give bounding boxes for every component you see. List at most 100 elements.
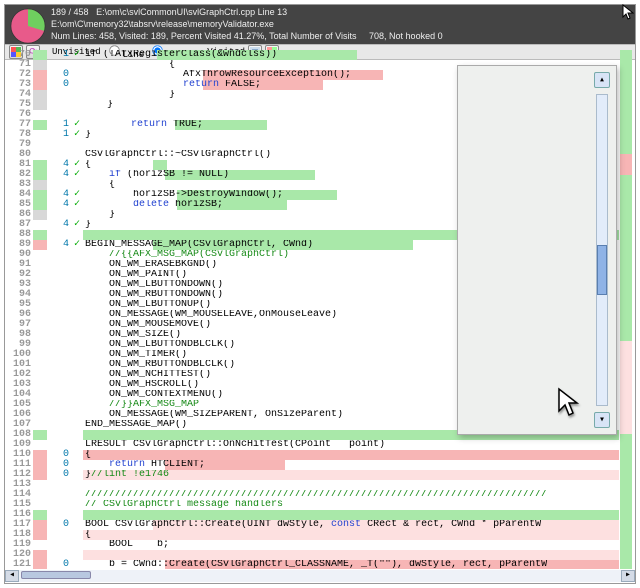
coverage-pie-icon xyxy=(9,7,47,45)
code-cell: LRESULT CSvlGraphCtrl::OnNcHitTest(CPoin… xyxy=(83,440,619,450)
code-cell: }//lint !e1746 xyxy=(83,470,619,480)
coverage-gutter xyxy=(33,70,47,80)
tick-icon xyxy=(71,300,83,310)
tick-icon xyxy=(71,450,83,460)
code-line[interactable]: 114/////////////////////////////////////… xyxy=(5,490,619,500)
hit-count xyxy=(47,320,71,330)
code-line[interactable]: 1210 b = CWnd::Create(CSvlGraphCtrl_CLAS… xyxy=(5,560,619,569)
coverage-gutter xyxy=(33,440,47,450)
hit-count xyxy=(47,500,71,510)
code-cell xyxy=(83,510,619,520)
tick-icon xyxy=(71,400,83,410)
code-line[interactable]: 115// CSvlGraphCtrl message handlers xyxy=(5,500,619,510)
coverage-gutter xyxy=(33,330,47,340)
hit-count xyxy=(47,280,71,290)
code-line[interactable]: 1120}//lint !e1746 xyxy=(5,470,619,480)
tick-icon xyxy=(71,510,83,520)
code-line[interactable]: 120 xyxy=(5,550,619,560)
coverage-gutter xyxy=(33,240,47,250)
hs-thumb[interactable] xyxy=(21,571,91,579)
tick-icon xyxy=(71,500,83,510)
hs-left[interactable]: ◂ xyxy=(5,570,19,582)
code-cell: { xyxy=(83,450,619,460)
tick-icon xyxy=(71,480,83,490)
tick-icon xyxy=(71,550,83,560)
hit-count: 0 xyxy=(47,470,71,480)
minimap-track[interactable] xyxy=(596,94,608,406)
code-cell: return HTCLIENT; xyxy=(83,460,619,470)
coverage-gutter xyxy=(33,470,47,480)
hit-count xyxy=(47,270,71,280)
hit-count xyxy=(47,370,71,380)
code-line[interactable]: 1100{ xyxy=(5,450,619,460)
tick-icon xyxy=(71,70,83,80)
hit-count xyxy=(47,260,71,270)
coverage-gutter xyxy=(33,100,47,110)
coverage-gutter xyxy=(33,510,47,520)
file-path: E:\om\c\svlCommonUI\svlGraphCtrl.cpp Lin… xyxy=(96,7,287,17)
tick-icon: ✓ xyxy=(71,170,83,180)
coverage-gutter xyxy=(33,300,47,310)
code-line[interactable]: 109LRESULT CSvlGraphCtrl::OnNcHitTest(CP… xyxy=(5,440,619,450)
coverage-gutter xyxy=(33,540,47,550)
h-scrollbar[interactable]: ◂ ▸ xyxy=(5,570,635,582)
code-line[interactable]: 1170BOOL CSvlGraphCtrl::Create(UINT dwSt… xyxy=(5,520,619,530)
coverage-gutter xyxy=(33,560,47,569)
coverage-gutter xyxy=(33,250,47,260)
hit-count: 4 xyxy=(47,220,71,230)
code-cell: ////////////////////////////////////////… xyxy=(83,490,619,500)
minimap[interactable]: ▴ ▾ xyxy=(457,65,617,435)
coverage-gutter xyxy=(33,60,47,70)
coverage-gutter xyxy=(33,80,47,90)
minimap-scroll-up[interactable]: ▴ xyxy=(594,72,610,88)
coverage-gutter xyxy=(33,130,47,140)
code-line[interactable]: 701✓if (!AfxRegisterClass(&wndclss)) xyxy=(5,50,619,60)
coverage-gutter xyxy=(33,140,47,150)
coverage-gutter xyxy=(33,530,47,540)
hit-count: 1 xyxy=(47,130,71,140)
coverage-gutter xyxy=(33,460,47,470)
code-line[interactable]: 118{ xyxy=(5,530,619,540)
coverage-gutter xyxy=(33,370,47,380)
tick-icon xyxy=(71,460,83,470)
hit-count xyxy=(47,380,71,390)
hit-count xyxy=(47,360,71,370)
tick-icon xyxy=(71,410,83,420)
hit-count xyxy=(47,490,71,500)
tick-icon xyxy=(71,260,83,270)
tick-icon: ✓ xyxy=(71,240,83,250)
coverage-gutter xyxy=(33,200,47,210)
hit-count xyxy=(47,140,71,150)
hit-count: 4 xyxy=(47,240,71,250)
tick-icon xyxy=(71,340,83,350)
coverage-gutter xyxy=(33,190,47,200)
tick-icon xyxy=(71,90,83,100)
coverage-gutter xyxy=(33,170,47,180)
hit-count xyxy=(47,400,71,410)
coverage-gutter xyxy=(33,110,47,120)
tick-icon xyxy=(71,250,83,260)
code-line[interactable]: 116 xyxy=(5,510,619,520)
tick-icon xyxy=(71,390,83,400)
coverage-gutter xyxy=(33,390,47,400)
code-cell: if (!AfxRegisterClass(&wndclss)) xyxy=(83,50,619,60)
code-line[interactable]: 119 BOOL b; xyxy=(5,540,619,550)
hit-count xyxy=(47,90,71,100)
minimap-thumb[interactable] xyxy=(597,245,607,295)
code-cell xyxy=(83,550,619,560)
coverage-gutter xyxy=(33,220,47,230)
hit-count xyxy=(47,350,71,360)
code-line[interactable]: 1110 return HTCLIENT; xyxy=(5,460,619,470)
overview-strip[interactable] xyxy=(620,50,632,569)
tick-icon xyxy=(71,490,83,500)
hit-count: 0 xyxy=(47,80,71,90)
hit-count xyxy=(47,420,71,430)
coverage-gutter xyxy=(33,400,47,410)
code-line[interactable]: 113 xyxy=(5,480,619,490)
minimap-scroll-down[interactable]: ▾ xyxy=(594,412,610,428)
hs-right[interactable]: ▸ xyxy=(621,570,635,582)
tick-icon xyxy=(71,100,83,110)
tick-icon xyxy=(71,360,83,370)
tick-icon xyxy=(71,430,83,440)
tick-icon xyxy=(71,370,83,380)
